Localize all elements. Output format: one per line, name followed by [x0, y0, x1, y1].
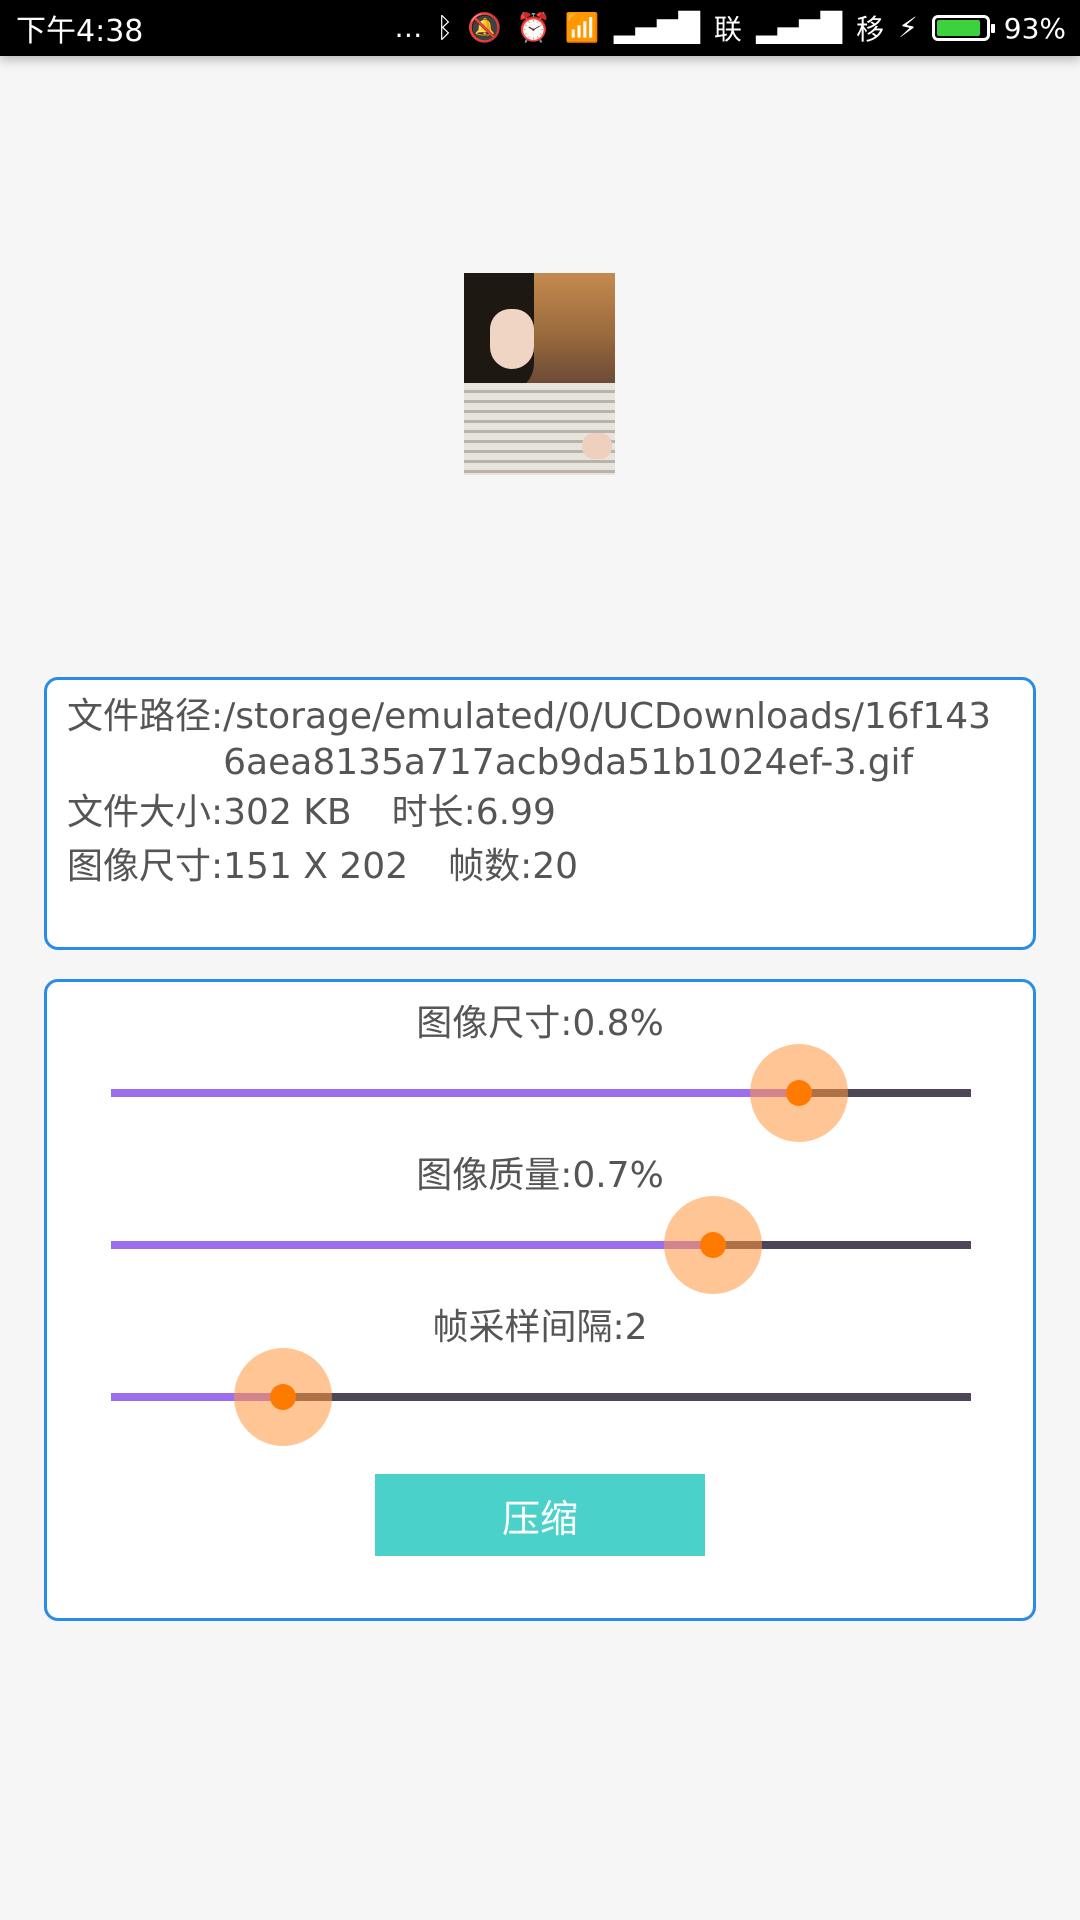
charging-icon: ⚡: [898, 11, 918, 44]
compress-button[interactable]: 压缩: [375, 1474, 705, 1556]
compression-settings-card: 图像尺寸:0.8% 图像质量:0.7% 帧采样间隔:2 压缩: [44, 979, 1036, 1621]
image-size-slider-label: 图像尺寸:0.8%: [416, 1003, 664, 1044]
image-dim-label: 图像尺寸:: [67, 846, 224, 887]
image-quality-slider-label: 图像质量:0.7%: [416, 1155, 664, 1196]
signal-icon: ▂▄▆█: [755, 11, 843, 44]
file-size-label: 文件大小:: [67, 792, 224, 833]
alarm-icon: ⏰: [516, 11, 551, 44]
status-time: 下午4:38: [16, 14, 144, 49]
mute-icon: 🔕: [467, 11, 503, 44]
frame-interval-slider-label: 帧采样间隔:2: [432, 1307, 648, 1348]
slider-fill: [111, 1089, 799, 1097]
slider-thumb[interactable]: [750, 1044, 848, 1142]
duration-value: 6.99: [475, 792, 556, 833]
frames-value: 20: [532, 846, 579, 887]
slider-thumb[interactable]: [664, 1196, 762, 1294]
image-quality-slider[interactable]: [111, 1196, 971, 1294]
battery-percent: 93%: [1003, 11, 1066, 45]
image-size-slider[interactable]: [111, 1044, 971, 1142]
signal-icon: ▂▄▆█: [613, 11, 700, 44]
file-path-label: 文件路径:: [67, 696, 224, 737]
file-size-row: 文件大小:302 KB 时长:6.99: [67, 786, 1013, 840]
image-dim-value: 151 X 202: [223, 846, 409, 887]
file-size-value: 302 KB: [223, 792, 352, 833]
frame-interval-slider[interactable]: [111, 1348, 971, 1446]
slider-thumb[interactable]: [234, 1348, 332, 1446]
duration-label: 时长:: [391, 792, 476, 833]
file-info-card: 文件路径: /storage/emulated/0/UCDownloads/16…: [44, 677, 1036, 950]
gif-preview-image: [464, 273, 615, 475]
frames-label: 帧数:: [448, 846, 533, 887]
more-icon: …: [394, 11, 423, 44]
status-bar: 下午4:38 … ᛒ 🔕 ⏰ 📶 ▂▄▆█ 联 ▂▄▆█ 移 ⚡ 93%: [0, 0, 1080, 56]
bluetooth-icon: ᛒ: [436, 11, 454, 44]
file-path-value: /storage/emulated/0/UCDownloads/16f1436a…: [223, 696, 992, 783]
slider-fill: [111, 1241, 713, 1249]
carrier-2: 移: [856, 13, 885, 46]
image-dim-row: 图像尺寸:151 X 202 帧数:20: [67, 840, 1013, 894]
battery-icon: [931, 15, 995, 41]
file-path-row: 文件路径: /storage/emulated/0/UCDownloads/16…: [67, 694, 1013, 786]
wifi-icon: 📶: [564, 11, 600, 44]
carrier-1: 联: [713, 13, 742, 46]
status-icons: … ᛒ 🔕 ⏰ 📶 ▂▄▆█ 联 ▂▄▆█ 移 ⚡ 93%: [394, 8, 1066, 48]
